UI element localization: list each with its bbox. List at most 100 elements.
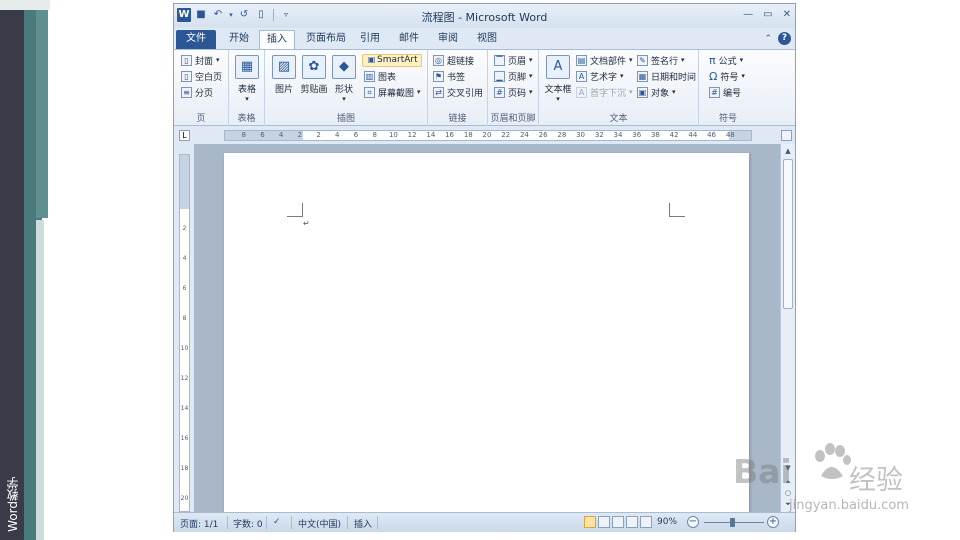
- ruler-tick-label: 44: [688, 131, 698, 139]
- screenshot-button[interactable]: ⌗ 屏幕截图 ▾: [364, 85, 421, 99]
- cross-reference-button[interactable]: ⇄ 交叉引用: [433, 85, 483, 99]
- vertical-ruler-tick-label: 18: [180, 465, 189, 472]
- insert-mode-indicator[interactable]: 插入: [354, 517, 372, 530]
- pi-icon: π: [709, 53, 716, 67]
- scroll-thumb[interactable]: [783, 159, 793, 309]
- date-time-button[interactable]: ▦ 日期和时间: [637, 69, 696, 83]
- page-number-button[interactable]: # 页码 ▾: [494, 85, 533, 99]
- tab-references[interactable]: 引用: [355, 30, 385, 49]
- paragraph-mark: ↵: [303, 219, 310, 228]
- minimize-button[interactable]: —: [743, 9, 753, 20]
- view-ruler-icon[interactable]: [781, 130, 792, 141]
- watermark-jingyan-text: 经验: [849, 465, 903, 496]
- ruler-tick-label: 4: [278, 131, 284, 139]
- footer-button[interactable]: ▁ 页脚 ▾: [494, 69, 533, 83]
- close-button[interactable]: ✕: [783, 9, 791, 20]
- vertical-ruler[interactable]: 2 4 6 8 10 12 14 16 18 20: [179, 154, 190, 512]
- quick-parts-button[interactable]: ▤ 文档部件 ▾: [576, 53, 633, 67]
- page-number-icon: #: [494, 86, 505, 98]
- tab-home[interactable]: 开始: [221, 30, 257, 49]
- hyperlink-icon: ◎: [433, 54, 444, 66]
- full-screen-reading-icon[interactable]: [598, 516, 610, 528]
- web-layout-icon[interactable]: [612, 516, 624, 528]
- proofing-icon[interactable]: ✓: [273, 517, 281, 527]
- signature-line-button[interactable]: ✎ 签名行 ▾: [637, 53, 685, 67]
- bookmark-button[interactable]: ⚑ 书签: [433, 69, 465, 83]
- outline-view-icon[interactable]: [626, 516, 638, 528]
- table-button[interactable]: ▦ 表格 ▾: [233, 55, 261, 103]
- clipart-button[interactable]: ✿ 剪贴画: [299, 55, 329, 95]
- numbering-button[interactable]: # 编号: [709, 85, 741, 99]
- picture-icon: ▨: [272, 55, 296, 79]
- word-count[interactable]: 字数: 0: [233, 517, 263, 530]
- zoom-level[interactable]: 90%: [657, 517, 677, 527]
- ruler-tick-label: 2: [316, 131, 321, 139]
- cross-reference-icon: ⇄: [433, 86, 444, 98]
- object-button[interactable]: ▣ 对象 ▾: [637, 85, 676, 99]
- tab-page-layout[interactable]: 页面布局: [300, 30, 352, 49]
- blank-page-button[interactable]: ▯ 空白页: [181, 69, 222, 83]
- clipart-icon: ✿: [302, 55, 326, 79]
- text-box-button[interactable]: A 文本框 ▾: [542, 55, 574, 103]
- wordart-icon: A: [576, 70, 587, 82]
- tab-view[interactable]: 视图: [472, 30, 502, 49]
- smartart-button[interactable]: ▣ SmartArt: [362, 53, 422, 67]
- text-box-icon: A: [546, 55, 570, 79]
- document-area: ↵: [194, 144, 780, 512]
- blank-page-icon: ▯: [181, 70, 192, 82]
- equation-button[interactable]: π 公式 ▾: [709, 53, 743, 67]
- chart-button[interactable]: ▥ 图表: [364, 69, 396, 83]
- ruler-row: L 8 6 4 2 2 4 6 8 10 12 14 16 18 20 22 24 26 28 30 32 34 36 38…: [174, 127, 795, 144]
- ruler-tick-label: 34: [613, 131, 623, 139]
- ruler-tick-label: 30: [576, 131, 586, 139]
- window-title: 流程图 - Microsoft Word: [421, 11, 548, 24]
- zoom-out-icon[interactable]: −: [687, 516, 699, 528]
- group-header-footer: ▔ 页眉 ▾ ▁ 页脚 ▾ # 页码 ▾ 页眉和页脚: [488, 50, 539, 126]
- baidu-watermark: Bai 经验 jingyan.baidu.com: [733, 440, 953, 520]
- horizontal-ruler[interactable]: 8 6 4 2 2 4 6 8 10 12 14 16 18 20 22 24 26 28 30 32 34 36 38 42…: [224, 130, 752, 141]
- shapes-button[interactable]: ◆ 形状 ▾: [331, 55, 357, 103]
- picture-button[interactable]: ▨ 图片: [271, 55, 297, 95]
- drop-cap-button[interactable]: A 首字下沉 ▾: [576, 85, 633, 99]
- group-label-tables: 表格: [237, 114, 256, 124]
- slide-caption: Word教学: [6, 477, 20, 532]
- watermark-url: jingyan.baidu.com: [789, 498, 909, 513]
- margin-corner-top-right: [669, 203, 685, 217]
- cover-page-button[interactable]: ▯ 封面 ▾: [181, 53, 220, 67]
- tab-insert[interactable]: 插入: [259, 30, 295, 49]
- tab-selector[interactable]: L: [179, 130, 190, 141]
- hyperlink-button[interactable]: ◎ 超链接: [433, 53, 474, 67]
- table-icon: ▦: [235, 55, 259, 79]
- vertical-ruler-tick-label: 6: [182, 285, 187, 292]
- tab-review[interactable]: 审阅: [433, 30, 463, 49]
- group-illustrations: ▨ 图片 ✿ 剪贴画 ◆ 形状 ▾ ▣ SmartArt ▥ 图表 ⌗ 屏幕截图 ▾ 插图: [265, 50, 428, 126]
- ruler-tick-label: 18: [463, 131, 473, 139]
- ruler-tick-label: 16: [445, 131, 455, 139]
- screenshot-icon: ⌗: [364, 86, 375, 98]
- page-break-button[interactable]: ≡ 分页: [181, 85, 213, 99]
- symbol-button[interactable]: Ω 符号 ▾: [709, 69, 745, 83]
- ruler-tick-label: 4: [335, 131, 340, 139]
- window-controls: — ▭ ✕: [743, 9, 791, 20]
- header-icon: ▔: [494, 54, 505, 66]
- ruler-tick-label: 22: [501, 131, 511, 139]
- tab-file[interactable]: 文件: [176, 30, 216, 49]
- ruler-tick-label: 10: [388, 131, 398, 139]
- page-count[interactable]: 页面: 1/1: [180, 517, 218, 530]
- wordart-button[interactable]: A 艺术字 ▾: [576, 69, 624, 83]
- drop-cap-icon: A: [576, 86, 587, 98]
- print-layout-view-icon[interactable]: [584, 516, 596, 528]
- watermark-logo-text: Bai: [733, 452, 792, 491]
- header-button[interactable]: ▔ 页眉 ▾: [494, 53, 533, 67]
- help-icon[interactable]: ?: [778, 32, 791, 45]
- ruler-tick-label: 8: [241, 131, 246, 139]
- scroll-up-icon[interactable]: ▲: [782, 145, 794, 157]
- document-page[interactable]: ↵: [224, 153, 749, 512]
- tab-mailings[interactable]: 邮件: [394, 30, 424, 49]
- group-text: A 文本框 ▾ ▤ 文档部件 ▾ A 艺术字 ▾ A 首字下沉 ▾ ✎ 签名行 ▾ ▦ 日期和时间 …: [539, 50, 699, 126]
- vertical-ruler-tick-label: 16: [180, 435, 189, 442]
- language-indicator[interactable]: 中文(中国): [298, 517, 341, 530]
- collapse-ribbon-icon[interactable]: ⌃: [764, 34, 772, 44]
- draft-view-icon[interactable]: [640, 516, 652, 528]
- maximize-button[interactable]: ▭: [763, 9, 772, 20]
